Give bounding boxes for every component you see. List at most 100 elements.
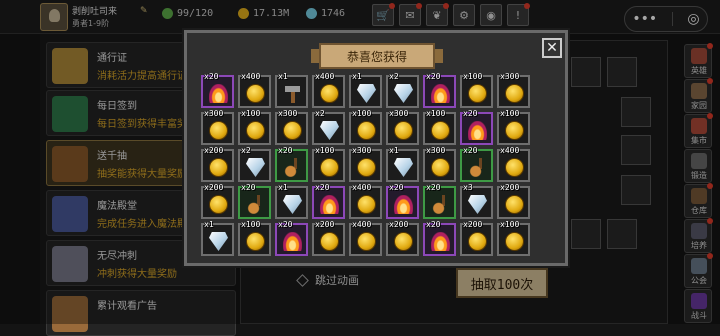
reward-item[interactable]: x100: [460, 72, 493, 108]
reward-item[interactable]: x300: [497, 72, 530, 108]
reward-item[interactable]: x20: [423, 183, 456, 219]
reward-item[interactable]: x200: [201, 183, 234, 219]
reward-item[interactable]: x20: [201, 72, 234, 108]
reward-item[interactable]: x100: [497, 220, 530, 256]
reward-quantity: x20: [463, 146, 478, 155]
reward-item[interactable]: x3: [460, 183, 493, 219]
reward-item[interactable]: x20: [275, 146, 308, 182]
reward-item[interactable]: x100: [497, 109, 530, 145]
lute-icon: [431, 195, 450, 214]
diamond-icon: [283, 195, 302, 214]
reward-item[interactable]: x300: [201, 109, 234, 145]
gold-coin-icon: [283, 121, 302, 140]
gold-coin-icon: [505, 195, 524, 214]
reward-quantity: x1: [278, 72, 288, 81]
reward-item[interactable]: x300: [275, 109, 308, 145]
gold-coin-icon: [357, 232, 376, 251]
flame-orb-icon: [283, 232, 302, 251]
reward-item[interactable]: x200: [497, 183, 530, 219]
reward-item[interactable]: x20: [275, 220, 308, 256]
gold-coin-icon: [505, 232, 524, 251]
reward-quantity: x300: [204, 109, 224, 118]
reward-quantity: x20: [241, 183, 256, 192]
reward-item[interactable]: x1: [349, 72, 382, 108]
lute-icon: [468, 158, 487, 177]
gold-coin-icon: [431, 158, 450, 177]
reward-item[interactable]: x100: [238, 109, 271, 145]
reward-item[interactable]: x100: [312, 146, 345, 182]
reward-item[interactable]: x20: [460, 146, 493, 182]
gold-coin-icon: [357, 121, 376, 140]
gold-coin-icon: [357, 158, 376, 177]
reward-item[interactable]: x100: [423, 109, 456, 145]
reward-item[interactable]: x20: [423, 72, 456, 108]
gold-coin-icon: [505, 121, 524, 140]
reward-item[interactable]: x1: [386, 146, 419, 182]
reward-item[interactable]: x200: [201, 146, 234, 182]
reward-grid: x20 x400 x1 x400 x1 x2 x20 x100 x300 x300 x100 x300…: [199, 72, 555, 259]
reward-item[interactable]: x200: [460, 220, 493, 256]
reward-item[interactable]: x400: [238, 72, 271, 108]
gold-coin-icon: [394, 121, 413, 140]
lute-icon: [283, 158, 302, 177]
reward-item[interactable]: x20: [423, 220, 456, 256]
reward-item[interactable]: x300: [386, 109, 419, 145]
reward-quantity: x20: [389, 183, 404, 192]
gold-coin-icon: [209, 195, 228, 214]
reward-quantity: x1: [389, 146, 399, 155]
reward-item[interactable]: x20: [460, 109, 493, 145]
reward-item[interactable]: x2: [312, 109, 345, 145]
flame-orb-icon: [394, 195, 413, 214]
reward-quantity: x1: [204, 220, 214, 229]
reward-quantity: x1: [352, 72, 362, 81]
lute-icon: [246, 195, 265, 214]
reward-modal: 恭喜您获得 ✕ x20 x400 x1 x400 x1 x2 x20 x100 x300 x300…: [184, 30, 568, 266]
reward-quantity: x400: [500, 146, 520, 155]
reward-item[interactable]: x100: [238, 220, 271, 256]
reward-item[interactable]: x300: [423, 146, 456, 182]
reward-item[interactable]: x20: [238, 183, 271, 219]
reward-quantity: x400: [315, 72, 335, 81]
flame-orb-icon: [209, 84, 228, 103]
gold-coin-icon: [505, 158, 524, 177]
reward-item[interactable]: x200: [386, 220, 419, 256]
reward-item[interactable]: x1: [275, 183, 308, 219]
modal-title: 恭喜您获得: [311, 43, 443, 69]
diamond-icon: [468, 195, 487, 214]
gold-coin-icon: [246, 121, 265, 140]
diamond-icon: [246, 158, 265, 177]
reward-item[interactable]: x1: [201, 220, 234, 256]
reward-quantity: x100: [500, 109, 520, 118]
close-button[interactable]: ✕: [542, 38, 562, 58]
reward-quantity: x2: [241, 146, 251, 155]
reward-item[interactable]: x1: [275, 72, 308, 108]
flame-orb-icon: [320, 195, 339, 214]
reward-quantity: x200: [500, 183, 520, 192]
reward-quantity: x100: [426, 109, 446, 118]
reward-quantity: x20: [463, 109, 478, 118]
reward-quantity: x1: [278, 183, 288, 192]
reward-item[interactable]: x20: [386, 183, 419, 219]
reward-quantity: x300: [426, 146, 446, 155]
reward-quantity: x20: [278, 220, 293, 229]
gold-coin-icon: [246, 84, 265, 103]
reward-item[interactable]: x400: [349, 220, 382, 256]
reward-item[interactable]: x200: [312, 220, 345, 256]
reward-item[interactable]: x2: [238, 146, 271, 182]
reward-item[interactable]: x400: [497, 146, 530, 182]
reward-quantity: x200: [204, 183, 224, 192]
reward-item[interactable]: x300: [349, 146, 382, 182]
gold-coin-icon: [357, 195, 376, 214]
reward-item[interactable]: x2: [386, 72, 419, 108]
gold-coin-icon: [320, 232, 339, 251]
reward-item[interactable]: x20: [312, 183, 345, 219]
reward-quantity: x20: [426, 183, 441, 192]
gold-coin-icon: [246, 232, 265, 251]
gold-coin-icon: [209, 121, 228, 140]
reward-quantity: x3: [463, 183, 473, 192]
reward-quantity: x100: [352, 109, 372, 118]
reward-item[interactable]: x100: [349, 109, 382, 145]
reward-item[interactable]: x400: [349, 183, 382, 219]
reward-item[interactable]: x400: [312, 72, 345, 108]
reward-quantity: x400: [241, 72, 261, 81]
